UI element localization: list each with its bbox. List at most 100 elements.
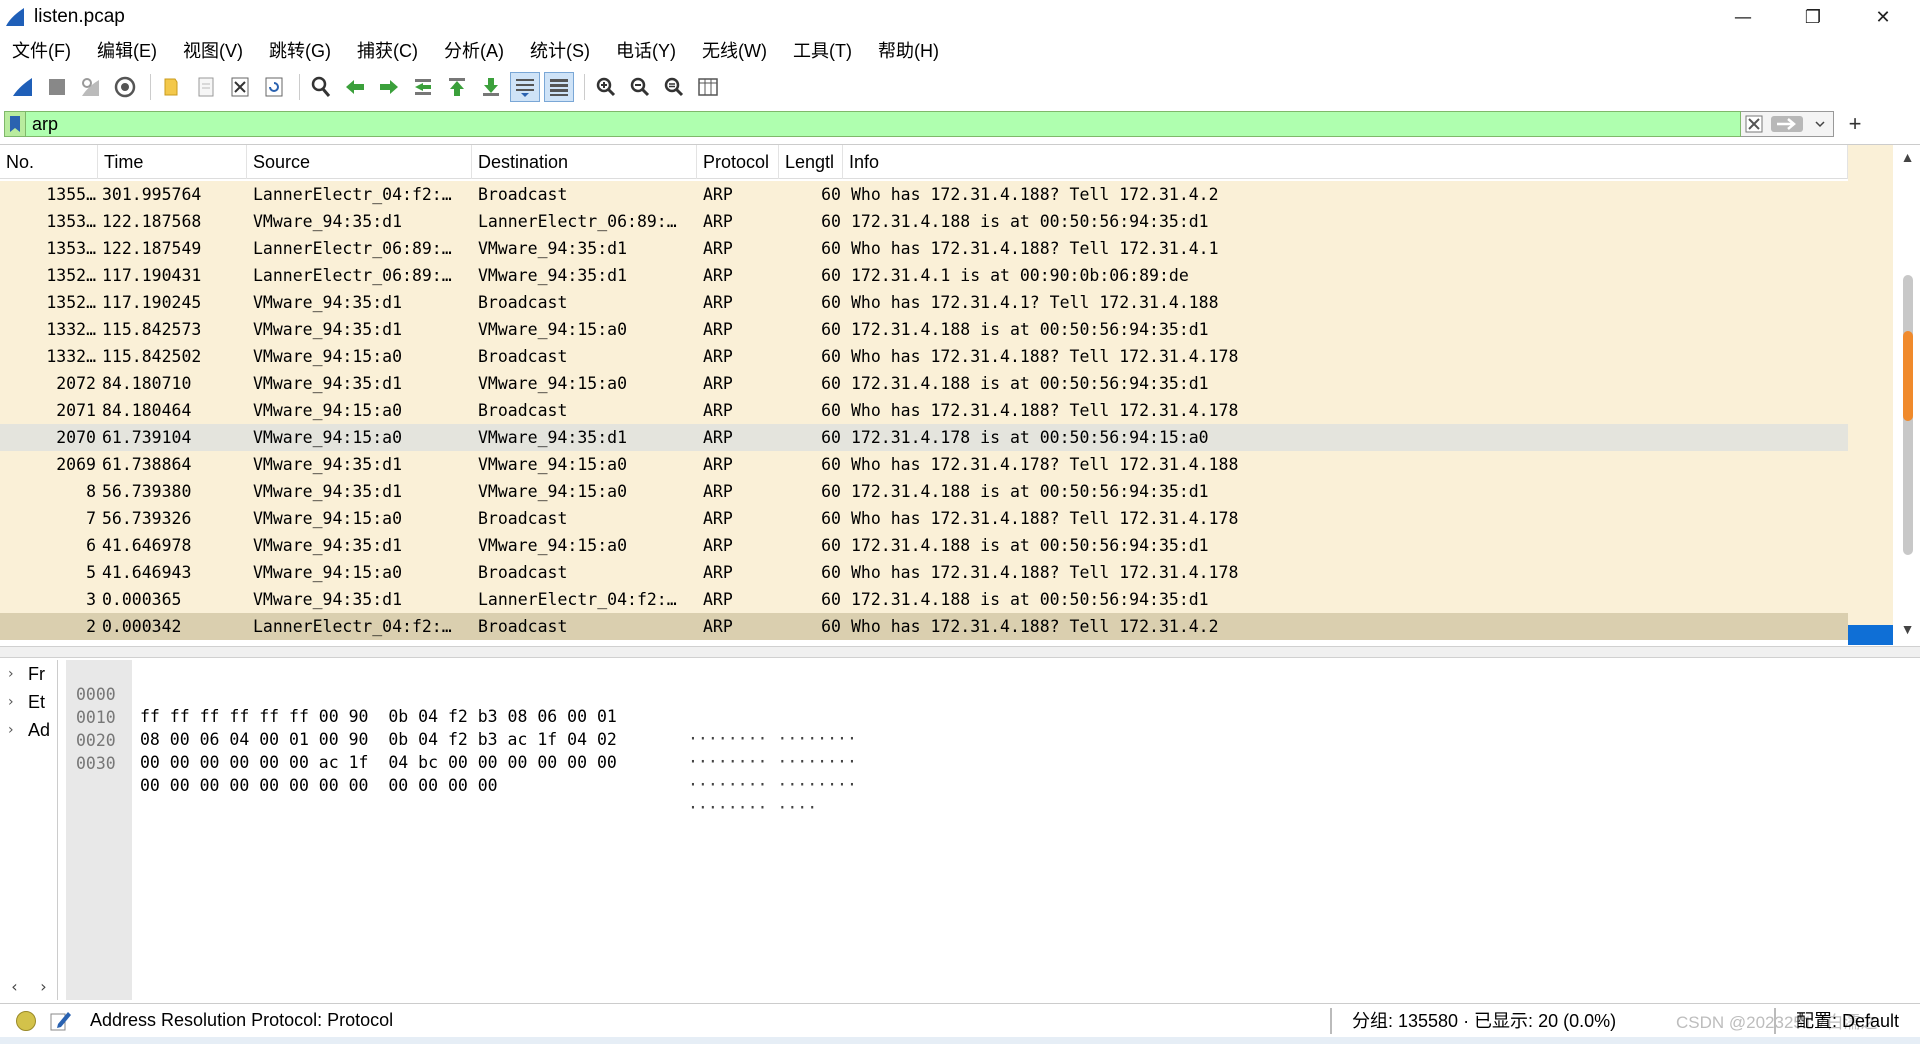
colorize-toggle[interactable] bbox=[544, 72, 574, 102]
menu-capture[interactable]: 捕获(C) bbox=[357, 37, 418, 63]
last-packet-button[interactable] bbox=[476, 72, 506, 102]
packet-row[interactable]: 1355… 301.995764 LannerElectr_04:f2:… Broad… bbox=[0, 181, 1848, 208]
menu-wireless[interactable]: 无线(W) bbox=[702, 37, 767, 63]
details-hscrollbar[interactable]: ‹ › bbox=[0, 972, 58, 1000]
packet-list-pane: No. Time Source Destination Protocol Len… bbox=[0, 144, 1920, 645]
capture-comment-edit-icon[interactable] bbox=[48, 1008, 74, 1034]
scroll-up-arrow-icon[interactable]: ▲ bbox=[1895, 149, 1920, 171]
byte-row[interactable]: 0010 08 00 06 04 00 01 00 90 0b 04 f2 b3… bbox=[60, 685, 857, 771]
menu-edit[interactable]: 编辑(E) bbox=[97, 37, 157, 63]
tree-item-arp[interactable]: › Ad bbox=[0, 716, 57, 744]
scroll-down-arrow-icon[interactable]: ▼ bbox=[1895, 621, 1920, 643]
packet-row[interactable]: 6 41.646978 VMware_94:35:d1 VMware_94:15:a0… bbox=[0, 532, 1848, 559]
tree-item-frame[interactable]: › Fr bbox=[0, 660, 57, 688]
packet-row[interactable]: 1353… 122.187549 LannerElectr_06:89:… VMwar… bbox=[0, 235, 1848, 262]
byte-row[interactable]: 0000 ff ff ff ff ff ff 00 90 0b 04 f2 b3… bbox=[60, 662, 857, 748]
menu-statistics[interactable]: 统计(S) bbox=[530, 37, 590, 63]
minimize-button[interactable]: — bbox=[1708, 0, 1778, 34]
column-header-no[interactable]: No. bbox=[0, 144, 98, 179]
zoom-normal-button[interactable] bbox=[659, 72, 689, 102]
first-packet-button[interactable] bbox=[442, 72, 472, 102]
packet-row[interactable]: 3 0.000365 VMware_94:35:d1 LannerElectr_04:… bbox=[0, 586, 1848, 613]
resize-columns-button[interactable] bbox=[693, 72, 723, 102]
reload-button[interactable] bbox=[259, 72, 289, 102]
add-filter-button[interactable]: + bbox=[1840, 111, 1870, 137]
byte-hex[interactable]: 00 00 00 00 00 00 00 00 00 00 00 00 bbox=[140, 775, 498, 797]
zoom-in-button[interactable] bbox=[591, 72, 621, 102]
capture-options-button[interactable] bbox=[110, 72, 140, 102]
byte-ascii[interactable]: ········ ········ bbox=[688, 728, 857, 750]
status-profile[interactable]: 配置: Default bbox=[1796, 1004, 1899, 1038]
byte-ascii[interactable]: ········ ········ bbox=[688, 774, 857, 796]
column-header-destination[interactable]: Destination bbox=[472, 144, 697, 179]
save-file-button[interactable] bbox=[191, 72, 221, 102]
packet-row[interactable]: 2071 84.180464 VMware_94:15:a0 Broadcast ARP… bbox=[0, 397, 1848, 424]
apply-filter-button[interactable] bbox=[1767, 112, 1807, 136]
cell-source: VMware_94:15:a0 bbox=[253, 428, 403, 447]
vertical-scrollbar[interactable]: ▲ ▼ bbox=[1895, 145, 1920, 645]
close-button[interactable]: ✕ bbox=[1848, 0, 1918, 34]
stop-capture-button[interactable] bbox=[42, 72, 72, 102]
menu-go[interactable]: 跳转(G) bbox=[269, 37, 331, 63]
expand-chevron-icon[interactable]: › bbox=[8, 716, 28, 744]
menu-tools[interactable]: 工具(T) bbox=[793, 37, 852, 63]
column-header-time[interactable]: Time bbox=[98, 144, 247, 179]
menu-help[interactable]: 帮助(H) bbox=[878, 37, 939, 63]
column-header-length[interactable]: Lengtl bbox=[779, 144, 843, 179]
byte-row[interactable]: 0020 00 00 00 00 00 00 ac 1f 04 bc 00 00… bbox=[60, 708, 857, 794]
packet-row[interactable]: 5 41.646943 VMware_94:15:a0 Broadcast ARP 60 W… bbox=[0, 559, 1848, 586]
menu-telephony[interactable]: 电话(Y) bbox=[616, 37, 676, 63]
packet-row[interactable]: 2 0.000342 LannerElectr_04:f2:… Broadcast AR… bbox=[0, 613, 1848, 640]
filter-bookmark-button[interactable] bbox=[4, 111, 26, 137]
packet-row[interactable]: 2070 61.739104 VMware_94:15:a0 VMware_94:35… bbox=[0, 424, 1848, 451]
expand-chevron-icon[interactable]: › bbox=[8, 660, 28, 688]
go-forward-button[interactable] bbox=[374, 72, 404, 102]
byte-ascii[interactable]: ········ ···· bbox=[688, 797, 817, 819]
packet-row[interactable]: 2072 84.180710 VMware_94:35:d1 VMware_94:15… bbox=[0, 370, 1848, 397]
scroll-left-arrow-icon[interactable]: ‹ bbox=[11, 977, 17, 996]
restart-capture-button[interactable] bbox=[76, 72, 106, 102]
tree-item-ethernet[interactable]: › Et bbox=[0, 688, 57, 716]
expert-info-led-icon[interactable] bbox=[16, 1010, 36, 1031]
display-filter-input[interactable]: arp bbox=[26, 111, 1741, 137]
menu-analyze[interactable]: 分析(A) bbox=[444, 37, 504, 63]
column-header-info[interactable]: Info bbox=[843, 144, 1848, 179]
go-to-packet-button[interactable] bbox=[408, 72, 438, 102]
menu-view[interactable]: 视图(V) bbox=[183, 37, 243, 63]
packet-row[interactable]: 1332… 115.842502 VMware_94:15:a0 Broadcast A… bbox=[0, 343, 1848, 370]
status-separator[interactable] bbox=[1330, 1008, 1332, 1034]
find-packet-button[interactable] bbox=[306, 72, 336, 102]
packet-row[interactable]: 2069 61.738864 VMware_94:35:d1 VMware_94:15… bbox=[0, 451, 1848, 478]
packet-row[interactable]: 8 56.739380 VMware_94:35:d1 VMware_94:15:a0… bbox=[0, 478, 1848, 505]
byte-hex[interactable]: ff ff ff ff ff ff 00 90 0b 04 f2 b3 08 0… bbox=[140, 706, 617, 728]
filter-history-dropdown[interactable] bbox=[1807, 112, 1833, 136]
byte-hex[interactable]: 00 00 00 00 00 00 ac 1f 04 bc 00 00 00 0… bbox=[140, 752, 617, 774]
column-header-protocol[interactable]: Protocol bbox=[697, 144, 779, 179]
pane-splitter[interactable] bbox=[0, 646, 1920, 658]
packet-row[interactable]: 1353… 122.187568 VMware_94:35:d1 LannerElec… bbox=[0, 208, 1848, 235]
packet-row[interactable]: 7 56.739326 VMware_94:15:a0 Broadcast ARP 60 W… bbox=[0, 505, 1848, 532]
menu-file[interactable]: 文件(F) bbox=[12, 37, 71, 63]
packet-row[interactable]: 1352… 117.190245 VMware_94:35:d1 Broadcast A… bbox=[0, 289, 1848, 316]
close-file-button[interactable] bbox=[225, 72, 255, 102]
cell-length: 60 bbox=[821, 536, 841, 555]
expand-chevron-icon[interactable]: › bbox=[8, 688, 28, 716]
packet-row[interactable]: 1332… 115.842573 VMware_94:35:d1 VMware_94:… bbox=[0, 316, 1848, 343]
clear-filter-button[interactable] bbox=[1741, 112, 1767, 136]
cell-source: LannerElectr_04:f2:… bbox=[253, 185, 452, 204]
scroll-right-arrow-icon[interactable]: › bbox=[40, 977, 46, 996]
window-title: listen.pcap bbox=[34, 6, 125, 27]
restore-button[interactable]: ❐ bbox=[1778, 0, 1848, 34]
column-header-source[interactable]: Source bbox=[247, 144, 472, 179]
go-back-button[interactable] bbox=[340, 72, 370, 102]
byte-row[interactable]: 0030 00 00 00 00 00 00 00 00 00 00 00 00… bbox=[60, 731, 817, 817]
start-capture-button[interactable] bbox=[8, 72, 38, 102]
zoom-out-button[interactable] bbox=[625, 72, 655, 102]
byte-hex[interactable]: 08 00 06 04 00 01 00 90 0b 04 f2 b3 ac 1… bbox=[140, 729, 617, 751]
wireshark-window: listen.pcap — ❐ ✕ 文件(F) 编辑(E) 视图(V) 跳转(G… bbox=[0, 0, 1920, 1044]
packet-row[interactable]: 1352… 117.190431 LannerElectr_06:89:… VMwar… bbox=[0, 262, 1848, 289]
packet-minimap[interactable] bbox=[1848, 145, 1893, 645]
byte-ascii[interactable]: ········ ········ bbox=[688, 751, 857, 773]
autoscroll-toggle[interactable] bbox=[510, 72, 540, 102]
open-file-button[interactable] bbox=[157, 72, 187, 102]
